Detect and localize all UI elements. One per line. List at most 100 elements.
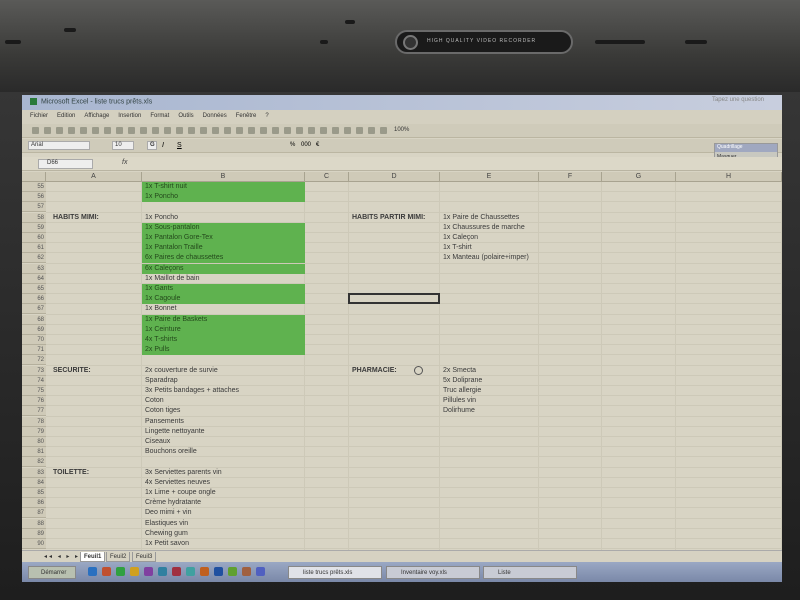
column-header-D[interactable]: D (349, 172, 440, 182)
cell-b[interactable]: 1x T-shirt nuit (142, 182, 305, 192)
toolbar-button-icon[interactable] (104, 127, 111, 134)
row-header[interactable]: 82 (22, 457, 46, 468)
menu-item-1[interactable]: Edition (57, 113, 75, 119)
menu-item-8[interactable]: ? (265, 113, 268, 119)
toolbar-button-icon[interactable] (200, 127, 207, 134)
cell-b[interactable]: 1x Sous-pantalon (142, 222, 305, 233)
cell-e[interactable]: 5x Doliprane (440, 376, 482, 386)
row-header[interactable]: 77 (22, 406, 46, 417)
toolbar-button-icon[interactable] (380, 127, 387, 134)
cell-b[interactable]: 1x Bonnet (142, 304, 305, 314)
cell-b[interactable]: 6x Paires de chaussettes (142, 253, 305, 264)
toolbar-button-icon[interactable] (80, 127, 87, 134)
cell-b[interactable]: Crème hydratante (142, 498, 305, 508)
row-header[interactable]: 69 (22, 324, 46, 335)
column-header-G[interactable]: G (602, 172, 676, 182)
selected-cell[interactable] (348, 293, 440, 305)
toolbar-button-icon[interactable] (296, 127, 303, 134)
row-header[interactable]: 62 (22, 253, 46, 264)
percent-button[interactable]: % (290, 142, 295, 148)
cell-b[interactable]: Sparadrap (142, 376, 305, 386)
cell-b[interactable]: 1x Paire de Baskets (142, 314, 305, 325)
toolbar-button-icon[interactable] (368, 127, 375, 134)
app-icon[interactable] (200, 567, 209, 576)
app-icon[interactable] (214, 567, 223, 576)
bold-button[interactable]: G (147, 141, 157, 150)
section-label-habits_mimi[interactable]: HABITS MIMI: (50, 213, 99, 223)
toolbar-button-icon[interactable] (44, 127, 51, 134)
app-icon[interactable] (158, 567, 167, 576)
column-header-E[interactable]: E (440, 172, 539, 182)
menu-item-5[interactable]: Outils (178, 113, 193, 119)
name-box[interactable]: D66 (38, 159, 93, 169)
section-label-toilette[interactable]: TOILETTE: (50, 468, 89, 478)
taskbar-window-button[interactable]: Liste (483, 566, 577, 579)
taskbar-window-button[interactable]: liste trucs prêts.xls (288, 566, 382, 579)
row-header[interactable]: 67 (22, 304, 46, 315)
column-header-C[interactable]: C (305, 172, 349, 182)
toolbar-button-icon[interactable] (152, 127, 159, 134)
taskbar-window-button[interactable]: Inventaire voy.xls (386, 566, 480, 579)
column-header-B[interactable]: B (142, 172, 305, 182)
cell-b[interactable]: 2x couverture de survie (142, 366, 305, 376)
cell-b[interactable]: 1x Pantalon Gore-Tex (142, 233, 305, 243)
euro-button[interactable]: € (316, 142, 319, 148)
toolbar-button-icon[interactable] (92, 127, 99, 134)
cell-b[interactable]: 1x Petit savon (142, 539, 305, 549)
app-icon[interactable] (228, 567, 237, 576)
toolbar-button-icon[interactable] (224, 127, 231, 134)
toolbar-button-icon[interactable] (308, 127, 315, 134)
app-icon[interactable] (144, 567, 153, 576)
row-header[interactable]: 63 (22, 263, 46, 274)
cell-e[interactable]: 1x Manteau (polaire+imper) (440, 253, 529, 263)
row-header[interactable]: 88 (22, 518, 46, 529)
app-icon[interactable] (116, 567, 125, 576)
menu-item-6[interactable]: Données (203, 113, 227, 119)
row-header[interactable]: 78 (22, 416, 46, 427)
cell-b[interactable]: 1x Lime + coupe ongle (142, 488, 305, 498)
app-icon[interactable] (130, 567, 139, 576)
menu-item-2[interactable]: Affichage (84, 113, 109, 119)
cell-b[interactable]: Pansements (142, 417, 305, 427)
italic-button[interactable]: I (162, 142, 164, 149)
sheet-tab-1[interactable]: Feuil2 (106, 552, 131, 562)
font-size-select[interactable]: 10 (112, 141, 134, 150)
row-header[interactable]: 55 (22, 182, 46, 192)
row-header[interactable]: 66 (22, 294, 46, 305)
toolbar-button-icon[interactable] (284, 127, 291, 134)
toolbar-button-icon[interactable] (140, 127, 147, 134)
cell-b[interactable]: Bouchons oreille (142, 447, 305, 457)
select-all-corner[interactable] (22, 172, 46, 182)
menu-item-4[interactable]: Format (150, 113, 169, 119)
cell-b[interactable]: 1x Pantalon Traille (142, 243, 305, 254)
row-header[interactable]: 56 (22, 192, 46, 203)
row-header[interactable]: 73 (22, 365, 46, 376)
cell-e[interactable]: Truc allergie (440, 386, 481, 396)
row-header[interactable]: 68 (22, 314, 46, 325)
cell-b[interactable]: Deo mimi + vin (142, 508, 305, 518)
toolbar-button-icon[interactable] (344, 127, 351, 134)
cell-e[interactable]: 1x Chaussures de marche (440, 223, 525, 233)
toolbar-button-icon[interactable] (116, 127, 123, 134)
row-header[interactable]: 60 (22, 233, 46, 243)
cell-b[interactable]: 1x Cagoule (142, 294, 305, 305)
cell-b[interactable]: Lingette nettoyante (142, 427, 305, 437)
toolbar-button-icon[interactable] (272, 127, 279, 134)
underline-button[interactable]: S (177, 142, 182, 149)
cell-e[interactable]: 1x T-shirt (440, 243, 472, 253)
row-header[interactable]: 80 (22, 437, 46, 447)
menu-item-0[interactable]: Fichier (30, 113, 48, 119)
row-header[interactable]: 59 (22, 222, 46, 233)
toolbar-button-icon[interactable] (128, 127, 135, 134)
spreadsheet-grid[interactable]: 55 56 57 58 59 60 61 62 63 64 65 66 67 68 69 70 71 72 73 74… (22, 182, 782, 550)
cell-b[interactable]: 1x Poncho (142, 213, 305, 223)
row-header[interactable]: 61 (22, 243, 46, 254)
row-header[interactable]: 75 (22, 386, 46, 396)
row-header[interactable]: 89 (22, 528, 46, 539)
cell-e[interactable]: Pillules vin (440, 396, 476, 406)
app-icon[interactable] (186, 567, 195, 576)
toolbar-zoom[interactable]: 100% (394, 127, 409, 133)
sheet-tab-0[interactable]: Feuil1 (80, 552, 106, 562)
toolbar-button-icon[interactable] (164, 127, 171, 134)
row-header[interactable]: 81 (22, 447, 46, 458)
